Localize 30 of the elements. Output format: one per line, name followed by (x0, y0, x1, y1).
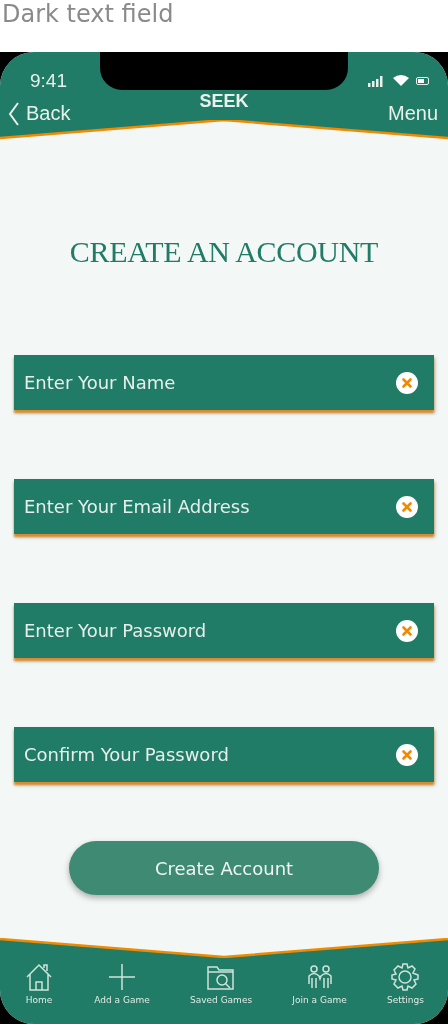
back-button[interactable]: Back (8, 101, 71, 126)
text-field[interactable]: Enter Your Email Address (14, 479, 434, 534)
menu-button[interactable]: Menu (387, 102, 438, 125)
create-account-button[interactable]: Create Account (69, 841, 379, 895)
text-field[interactable]: Enter Your Password (14, 603, 434, 658)
input-field[interactable]: Confirm Your Password (24, 744, 396, 765)
signal-icon (368, 74, 386, 87)
settings-icon (390, 962, 421, 992)
app-title: SEEK (198, 91, 250, 112)
caption: Dark text field (1, 0, 175, 30)
tab-item[interactable]: Home (24, 962, 55, 1005)
plus-icon (107, 962, 138, 992)
input-field[interactable]: Enter Your Email Address (24, 496, 396, 517)
input-field[interactable]: Enter Your Password (24, 620, 396, 641)
tab-item[interactable]: Add a Game (94, 962, 150, 1005)
wifi-icon (393, 75, 409, 86)
clear-icon[interactable] (396, 371, 418, 394)
text-field[interactable]: Enter Your Name (14, 355, 434, 410)
input-field[interactable]: Enter Your Name (24, 372, 396, 393)
tab-item[interactable]: Settings (386, 962, 424, 1005)
chevron-left-icon (8, 101, 20, 126)
tab-item[interactable]: Join a Game (292, 962, 347, 1005)
battery-icon (416, 76, 430, 85)
tab-item[interactable]: Saved Games (189, 962, 253, 1005)
text-field[interactable]: Confirm Your Password (14, 727, 434, 782)
clear-icon[interactable] (396, 743, 418, 766)
page-heading: CREATE AN ACCOUNT (69, 235, 379, 270)
clear-icon[interactable] (396, 495, 418, 518)
clear-icon[interactable] (396, 619, 418, 642)
status-time: 9:41 (30, 69, 67, 92)
